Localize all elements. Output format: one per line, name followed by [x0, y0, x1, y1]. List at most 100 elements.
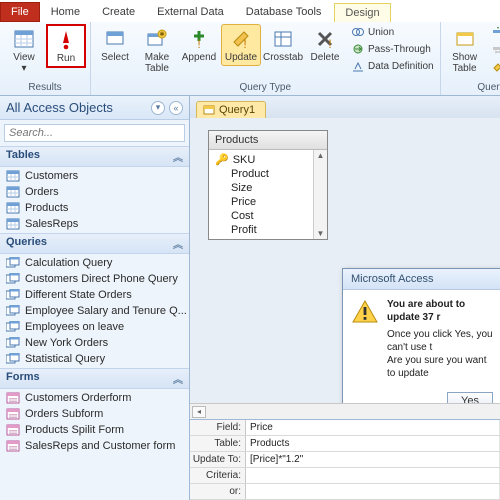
query-tab[interactable]: Query1 [196, 101, 266, 118]
nav-item-form[interactable]: Orders Subform [0, 406, 189, 422]
nav-item-label: Different State Orders [25, 289, 132, 301]
select-query-icon [103, 27, 127, 51]
show-table-label: Show Table [452, 52, 477, 74]
nav-item-form[interactable]: Products Spilit Form [0, 422, 189, 438]
query-icon [6, 273, 20, 285]
grid-criteria-cell[interactable] [246, 468, 500, 483]
nav-cat-tables[interactable]: Tables︽ [0, 146, 189, 167]
grid-field-cell[interactable]: Price [246, 420, 500, 435]
nav-item-table[interactable]: Customers [0, 168, 189, 184]
tab-design[interactable]: Design [334, 3, 390, 22]
nav-item-label: SalesReps [25, 218, 78, 230]
dialog-yes-button[interactable]: Yes [447, 392, 493, 403]
scroll-left-icon[interactable]: ◂ [192, 406, 206, 418]
grid-label-field: Field: [190, 420, 246, 435]
tab-home[interactable]: Home [40, 2, 91, 22]
union-button[interactable]: Union [349, 24, 436, 40]
nav-dropdown-icon[interactable]: ▾ [151, 101, 165, 115]
delete-rows-button[interactable]: Delete Rows [489, 41, 500, 57]
group-querytype-label: Query Type [95, 82, 436, 94]
group-querysetup-label: Query Setup [445, 82, 500, 94]
delete-query-label: Delete [311, 52, 340, 63]
insert-rows-button[interactable]: Insert Rows [489, 24, 500, 40]
builder-button[interactable]: Builder [489, 58, 500, 74]
nav-item-label: Orders Subform [25, 408, 103, 420]
form-icon [6, 408, 20, 420]
datasheet-icon [12, 27, 36, 51]
append-button[interactable]: ! Append [179, 24, 219, 66]
nav-item-query[interactable]: Calculation Query [0, 255, 189, 271]
nav-search-input[interactable] [4, 124, 185, 142]
nav-item-query[interactable]: Employee Salary and Tenure Q... [0, 303, 189, 319]
design-grid[interactable]: Field:Price Table:Products Update To:[Pr… [190, 419, 500, 500]
tab-database-tools[interactable]: Database Tools [235, 2, 333, 22]
nav-item-table[interactable]: Orders [0, 184, 189, 200]
grid-or-cell[interactable] [246, 484, 500, 499]
select-query-button[interactable]: Select [95, 24, 135, 66]
grid-table-cell[interactable]: Products [246, 436, 500, 451]
nav-item-table[interactable]: Products [0, 200, 189, 216]
show-table-icon [453, 27, 477, 51]
form-icon [6, 424, 20, 436]
query-icon [6, 321, 20, 333]
delete-query-button[interactable]: ! Delete [305, 24, 345, 66]
grid-label-or: or: [190, 484, 246, 499]
grid-updateto-cell[interactable]: [Price]*"1.2" [246, 452, 500, 467]
fieldlist-field[interactable]: 🔑SKU [209, 152, 313, 167]
dialog-line2: Are you sure you want to update [387, 355, 487, 379]
nav-item-label: Orders [25, 186, 59, 198]
nav-item-form[interactable]: SalesReps and Customer form [0, 438, 189, 454]
append-icon: ! [187, 27, 211, 51]
make-table-button[interactable]: ✱ Make Table [137, 24, 177, 77]
passthrough-label: Pass-Through [368, 44, 431, 55]
crosstab-label: Crosstab [263, 52, 303, 63]
nav-item-query[interactable]: Different State Orders [0, 287, 189, 303]
tab-external-data[interactable]: External Data [146, 2, 235, 22]
tab-create[interactable]: Create [91, 2, 146, 22]
nav-cat-forms[interactable]: Forms︽ [0, 368, 189, 389]
nav-item-query[interactable]: Customers Direct Phone Query [0, 271, 189, 287]
fieldlist-field[interactable]: Product [209, 167, 313, 181]
fieldlist-field[interactable]: Size [209, 181, 313, 195]
show-table-button[interactable]: Show Table [445, 24, 485, 77]
nav-item-query[interactable]: New York Orders [0, 335, 189, 351]
table-fieldlist[interactable]: Products 🔑SKUProductSizePriceCostProfit … [208, 130, 328, 240]
query-icon [6, 257, 20, 269]
datadef-button[interactable]: Data Definition [349, 58, 436, 74]
scroll-down-icon[interactable]: ▼ [317, 229, 325, 238]
nav-item-label: New York Orders [25, 337, 108, 349]
svg-text:✱: ✱ [159, 31, 164, 38]
nav-item-form[interactable]: Customers Orderform [0, 390, 189, 406]
nav-item-query[interactable]: Employees on leave [0, 319, 189, 335]
run-button[interactable]: Run [46, 24, 86, 68]
crosstab-button[interactable]: Crosstab [263, 24, 303, 66]
nav-item-table[interactable]: SalesReps [0, 216, 189, 232]
nav-cat-forms-label: Forms [6, 371, 40, 386]
svg-text:!: ! [243, 37, 246, 50]
passthrough-button[interactable]: Pass-Through [349, 41, 436, 57]
nav-collapse-icon[interactable]: « [169, 101, 183, 115]
fieldlist-scrollbar[interactable]: ▲▼ [313, 150, 327, 239]
view-button[interactable]: View▾ [4, 24, 44, 77]
fieldlist-field[interactable]: Price [209, 195, 313, 209]
table-icon [6, 218, 20, 230]
update-button[interactable]: ! Update [221, 24, 261, 66]
nav-item-label: Employees on leave [25, 321, 124, 333]
fieldlist-field-label: Product [231, 168, 269, 180]
nav-cat-queries[interactable]: Queries︽ [0, 233, 189, 254]
tab-file[interactable]: File [0, 2, 40, 22]
query-tab-label: Query1 [219, 104, 255, 116]
query-icon [6, 289, 20, 301]
nav-cat-queries-label: Queries [6, 236, 47, 251]
fieldlist-field[interactable]: Cost [209, 209, 313, 223]
nav-item-query[interactable]: Statistical Query [0, 351, 189, 367]
fieldlist-field[interactable]: Profit [209, 223, 313, 237]
crosstab-icon [271, 27, 295, 51]
confirm-dialog: Microsoft Access You are about to update… [342, 268, 500, 403]
query-icon [6, 337, 20, 349]
warning-icon [351, 298, 379, 380]
passthrough-icon [351, 42, 365, 56]
scroll-up-icon[interactable]: ▲ [317, 151, 325, 160]
table-icon [6, 186, 20, 198]
delete-query-icon: ! [313, 27, 337, 51]
